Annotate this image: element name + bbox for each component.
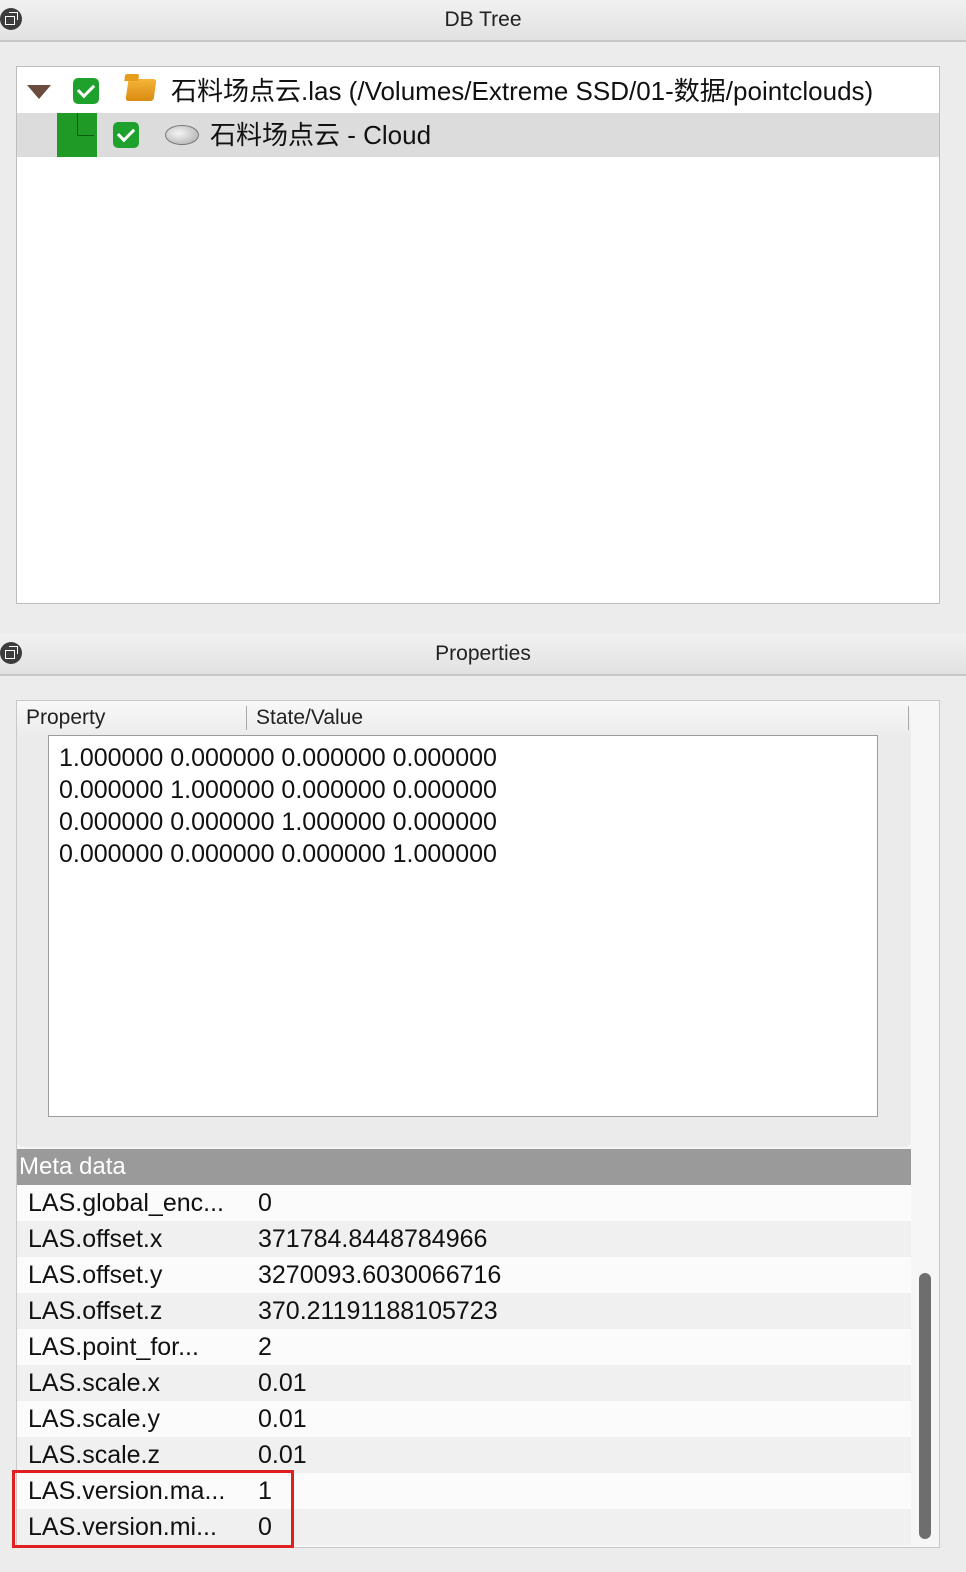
vertical-scrollbar[interactable] [919,1273,931,1539]
property-key: LAS.scale.y [28,1405,161,1433]
db-tree-title-bar: DB Tree [0,0,966,42]
properties-table[interactable]: Property State/Value 1.000000 0.000000 0… [16,700,940,1548]
tree-row-cloud[interactable]: 石料场点云 - Cloud [17,113,939,157]
matrix-row: 0.000000 0.000000 0.000000 1.000000 [59,840,497,868]
table-row[interactable]: LAS.offset.x 371784.8448784966 [17,1221,911,1257]
table-row[interactable]: LAS.scale.z 0.01 [17,1437,911,1473]
folder-icon [125,79,157,101]
matrix-row: 1.000000 0.000000 0.000000 0.000000 [59,744,497,772]
property-value: 0 [258,1189,272,1217]
table-row[interactable]: LAS.scale.y 0.01 [17,1401,911,1437]
property-key: LAS.point_for... [28,1333,199,1361]
meta-data-section-header[interactable]: Meta data [17,1149,911,1185]
meta-data-label: Meta data [19,1153,126,1180]
visibility-checkbox[interactable] [73,78,99,104]
db-tree[interactable]: 石料场点云.las (/Volumes/Extreme SSD/01-数据/po… [16,66,940,604]
properties-title-bar: Properties [0,634,966,676]
expand-arrow-icon[interactable] [27,85,51,99]
table-row[interactable]: LAS.scale.x 0.01 [17,1365,911,1401]
transform-matrix-frame: 1.000000 0.000000 0.000000 0.000000 0.00… [17,735,911,1147]
transform-matrix-text[interactable]: 1.000000 0.000000 0.000000 0.000000 0.00… [48,735,878,1117]
tree-branch-line [57,113,97,157]
property-key: LAS.offset.z [28,1297,163,1325]
property-value: 3270093.6030066716 [258,1261,502,1289]
table-row[interactable]: LAS.offset.z 370.21191188105723 [17,1293,911,1329]
table-row[interactable]: LAS.point_for... 2 [17,1329,911,1365]
property-value: 0.01 [258,1441,307,1469]
property-value: 0.01 [258,1369,307,1397]
property-key: LAS.offset.x [28,1225,163,1253]
tree-row-las-file[interactable]: 石料场点云.las (/Volumes/Extreme SSD/01-数据/po… [17,69,939,113]
property-value: 371784.8448784966 [258,1225,488,1253]
tree-item-label: 石料场点云.las (/Volumes/Extreme SSD/01-数据/po… [171,76,874,106]
column-header-value[interactable]: State/Value [256,701,363,735]
property-value: 2 [258,1333,272,1361]
matrix-row: 0.000000 1.000000 0.000000 0.000000 [59,776,497,804]
column-divider [908,706,909,730]
property-value: 0.01 [258,1405,307,1433]
float-panel-icon[interactable] [0,8,22,30]
column-header-property[interactable]: Property [26,701,105,735]
property-key: LAS.global_enc... [28,1189,224,1217]
property-key: LAS.offset.y [28,1261,163,1289]
properties-title: Properties [435,642,531,665]
column-divider[interactable] [246,706,247,730]
db-tree-title: DB Tree [444,8,522,31]
annotation-highlight-box [12,1470,294,1548]
table-header: Property State/Value [17,701,911,736]
point-cloud-icon [165,125,199,145]
table-row[interactable]: LAS.global_enc... 0 [17,1185,911,1221]
table-row[interactable]: LAS.offset.y 3270093.6030066716 [17,1257,911,1293]
visibility-checkbox[interactable] [113,122,139,148]
property-key: LAS.scale.z [28,1441,161,1469]
float-panel-icon[interactable] [0,642,22,664]
property-key: LAS.scale.x [28,1369,161,1397]
tree-item-label: 石料场点云 - Cloud [210,120,432,150]
matrix-row: 0.000000 0.000000 1.000000 0.000000 [59,808,497,836]
property-value: 370.21191188105723 [258,1297,498,1325]
